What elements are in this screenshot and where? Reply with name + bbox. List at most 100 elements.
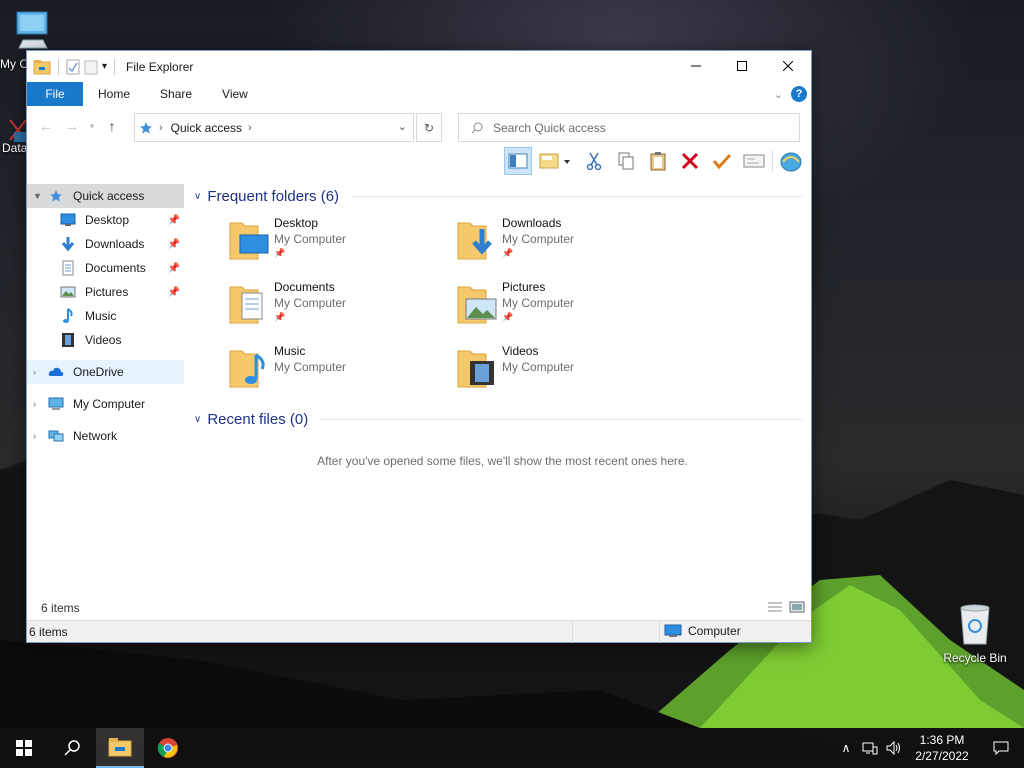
- item-count-line: 6 items: [27, 598, 811, 620]
- refresh-button[interactable]: ↻: [416, 113, 442, 142]
- frequent-folders-header[interactable]: ∨ Frequent folders (6): [194, 183, 811, 209]
- chevron-down-icon: ∨: [194, 413, 202, 425]
- new-folder-icon[interactable]: [84, 59, 98, 75]
- folder-tile-videos[interactable]: Videos My Computer: [456, 343, 684, 407]
- sidebar-item-quick-access[interactable]: ▼ Quick access: [27, 184, 184, 208]
- taskbar-file-explorer[interactable]: [96, 728, 144, 768]
- pin-icon[interactable]: 📌: [168, 239, 180, 250]
- delete-button[interactable]: [676, 147, 704, 175]
- large-icons-view-icon[interactable]: [789, 601, 805, 613]
- properties-icon[interactable]: [66, 59, 80, 75]
- downloads-folder-icon: [457, 222, 492, 260]
- sidebar-item-label: Documents: [85, 261, 146, 275]
- search-box[interactable]: [458, 113, 800, 142]
- up-button[interactable]: ↑: [99, 114, 125, 138]
- collapsed-chevron-icon[interactable]: ›: [33, 367, 47, 377]
- properties-button[interactable]: [740, 147, 768, 175]
- folder-app-icon: [33, 59, 51, 74]
- sidebar-item-label: Quick access: [73, 189, 145, 203]
- collapsed-chevron-icon[interactable]: ›: [33, 431, 47, 441]
- sidebar-item-downloads[interactable]: Downloads 📌: [27, 232, 184, 256]
- help-button[interactable]: ?: [791, 86, 807, 102]
- start-button[interactable]: [0, 728, 48, 768]
- window-controls: [673, 51, 811, 81]
- onedrive-cloud-icon: [47, 364, 65, 380]
- sidebar-item-pictures[interactable]: Pictures 📌: [27, 280, 184, 304]
- close-button[interactable]: [765, 51, 811, 81]
- navigation-pane-button[interactable]: [504, 147, 532, 175]
- sidebar-item-videos[interactable]: Videos: [27, 328, 184, 352]
- network-icon: [47, 428, 65, 444]
- desktop-icon-recycle-bin[interactable]: Recycle Bin: [935, 602, 1015, 665]
- pin-icon[interactable]: 📌: [168, 263, 180, 274]
- layout-button[interactable]: [536, 147, 576, 175]
- explorer-content: ▼ Quick access Desktop 📌 Downloads 📌 Doc…: [27, 180, 811, 620]
- folder-tile-pictures[interactable]: Pictures My Computer 📌: [456, 279, 684, 343]
- sidebar-item-label: Network: [73, 429, 118, 443]
- folder-name: Music: [274, 344, 306, 358]
- sidebar-item-network[interactable]: › Network: [27, 424, 184, 448]
- show-hidden-icons-button[interactable]: ∧: [834, 741, 858, 755]
- copy-button[interactable]: [612, 147, 640, 175]
- view-toggle: [767, 601, 805, 613]
- address-dropdown-icon[interactable]: ⌄: [398, 120, 407, 133]
- pictures-folder-icon: [457, 286, 497, 324]
- expand-ribbon-icon[interactable]: ⌄: [774, 88, 783, 101]
- quick-access-star-icon: [47, 188, 65, 204]
- breadcrumb-chevron-icon[interactable]: ›: [248, 122, 252, 134]
- pin-icon[interactable]: 📌: [168, 287, 180, 298]
- recent-locations-button[interactable]: ▾: [85, 114, 99, 138]
- customize-qat-icon[interactable]: ▾: [102, 61, 107, 72]
- expanded-chevron-icon[interactable]: ▼: [33, 191, 47, 201]
- ribbon-tabs: File Home Share View ⌄ ?: [27, 82, 811, 106]
- breadcrumb-chevron-icon[interactable]: ›: [159, 122, 163, 134]
- pin-icon[interactable]: 📌: [168, 215, 180, 226]
- chevron-down-icon: ▾: [89, 120, 95, 131]
- tab-file[interactable]: File: [27, 82, 83, 106]
- folder-tile-desktop[interactable]: Desktop My Computer 📌: [228, 215, 456, 279]
- divider: [351, 195, 803, 197]
- sidebar-item-music[interactable]: Music: [27, 304, 184, 328]
- rename-button[interactable]: [708, 147, 736, 175]
- collapsed-chevron-icon[interactable]: ›: [33, 399, 47, 409]
- sidebar-item-my-computer[interactable]: › My Computer: [27, 392, 184, 416]
- main-pane: ∨ Frequent folders (6) Desktop My Comput…: [184, 180, 811, 620]
- quick-access-toolbar: ▾: [27, 58, 118, 75]
- copy-icon: [618, 152, 634, 170]
- details-view-icon[interactable]: [767, 601, 783, 613]
- search-icon: [471, 122, 483, 133]
- back-button[interactable]: ←: [33, 114, 59, 138]
- folder-tile-documents[interactable]: Documents My Computer 📌: [228, 279, 456, 343]
- minimize-button[interactable]: [673, 51, 719, 81]
- forward-button[interactable]: →: [59, 114, 85, 138]
- clock[interactable]: 1:36 PM 2/27/2022: [906, 732, 978, 764]
- action-center-button[interactable]: [978, 741, 1024, 755]
- folder-tile-music[interactable]: Music My Computer: [228, 343, 456, 407]
- tab-view[interactable]: View: [207, 82, 263, 106]
- cut-button[interactable]: [580, 147, 608, 175]
- breadcrumb-quick-access[interactable]: Quick access: [171, 121, 242, 135]
- search-icon: [64, 740, 80, 756]
- sidebar-item-label: Desktop: [85, 213, 130, 227]
- sidebar-item-onedrive[interactable]: › OneDrive: [27, 360, 184, 384]
- network-tray-button[interactable]: [858, 741, 882, 755]
- search-input[interactable]: [493, 120, 773, 135]
- recent-files-header[interactable]: ∨ Recent files (0): [194, 406, 811, 432]
- tab-share[interactable]: Share: [145, 82, 207, 106]
- sidebar-item-desktop[interactable]: Desktop 📌: [27, 208, 184, 232]
- tab-home[interactable]: Home: [83, 82, 145, 106]
- sidebar-item-documents[interactable]: Documents 📌: [27, 256, 184, 280]
- folder-location: My Computer: [502, 232, 575, 246]
- address-bar[interactable]: › Quick access › ⌄: [134, 113, 414, 142]
- shell-globe-icon: [780, 152, 802, 172]
- layout-icon: [539, 153, 570, 169]
- navigation-pane-icon: [508, 153, 528, 169]
- maximize-button[interactable]: [719, 51, 765, 81]
- my-computer-icon: [47, 396, 65, 412]
- paste-button[interactable]: [644, 147, 672, 175]
- search-button[interactable]: [48, 728, 96, 768]
- folder-tile-downloads[interactable]: Downloads My Computer 📌: [456, 215, 684, 279]
- volume-button[interactable]: [882, 741, 906, 755]
- taskbar-chrome[interactable]: [144, 728, 192, 768]
- globe-button[interactable]: [777, 147, 805, 175]
